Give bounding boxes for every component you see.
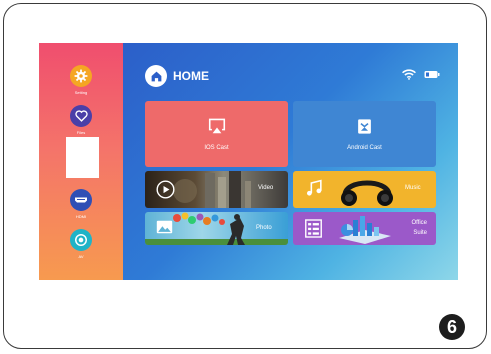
cast-icon bbox=[358, 119, 371, 134]
wifi-icon bbox=[402, 69, 416, 80]
tile-label: Video bbox=[258, 185, 274, 191]
home-icon[interactable] bbox=[145, 65, 167, 87]
status-bar bbox=[402, 69, 440, 80]
page-header: HOME bbox=[145, 65, 209, 87]
sidebar-item-label: HDMI bbox=[75, 214, 87, 219]
battery-icon bbox=[424, 71, 440, 78]
video-tile[interactable]: Video bbox=[145, 171, 288, 208]
home-main: HOME IOS Cast Android Cast Video Music P… bbox=[123, 43, 458, 280]
document-icon bbox=[305, 219, 322, 238]
android-cast-tile[interactable]: Android Cast bbox=[293, 101, 436, 167]
sidebar-item-files[interactable]: Files bbox=[61, 105, 101, 135]
tile-label: Android Cast bbox=[347, 145, 382, 151]
gear-icon bbox=[70, 65, 92, 87]
tile-label-line: Suite bbox=[413, 230, 427, 236]
sidebar-item-label: Setting bbox=[74, 90, 88, 95]
photo-tile[interactable]: Photo bbox=[145, 212, 288, 245]
music-tile[interactable]: Music bbox=[293, 171, 436, 208]
sidebar-item-label: AV bbox=[78, 254, 84, 259]
sidebar-item-av[interactable]: AV bbox=[61, 229, 101, 259]
step-number-badge: 6 bbox=[439, 314, 465, 340]
office-chart-image bbox=[339, 216, 391, 244]
music-note-icon bbox=[306, 179, 322, 196]
headphones-image bbox=[341, 180, 393, 206]
sidebar-item-setting[interactable]: Setting bbox=[61, 65, 101, 95]
tile-label: Photo bbox=[256, 225, 272, 231]
sidebar: Setting Files HDMI AV bbox=[39, 43, 123, 280]
hdmi-icon bbox=[70, 189, 92, 211]
tile-label: Music bbox=[405, 185, 421, 191]
tile-label: IOS Cast bbox=[204, 145, 229, 151]
blank-panel bbox=[66, 137, 99, 178]
projector-screen: Setting Files HDMI AV HOME IOS Cast Andr… bbox=[39, 43, 458, 280]
page-title: HOME bbox=[173, 69, 209, 83]
ios-cast-tile[interactable]: IOS Cast bbox=[145, 101, 288, 167]
image-icon bbox=[156, 220, 173, 234]
tile-label: Office Suite bbox=[411, 218, 427, 238]
heart-icon bbox=[70, 105, 92, 127]
tile-label-line: Office bbox=[411, 220, 427, 226]
play-icon bbox=[156, 180, 175, 199]
airplay-icon bbox=[208, 118, 226, 134]
sidebar-item-label: Files bbox=[76, 130, 86, 135]
sidebar-item-hdmi[interactable]: HDMI bbox=[61, 189, 101, 219]
office-suite-tile[interactable]: Office Suite bbox=[293, 212, 436, 245]
av-icon bbox=[70, 229, 92, 251]
